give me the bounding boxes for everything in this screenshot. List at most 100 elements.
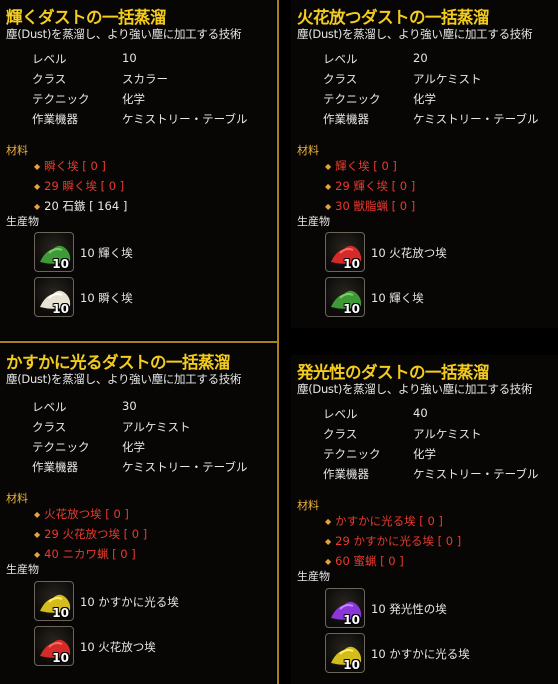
bullet-icon: ◆ [325,202,332,211]
product-quantity: 10 [343,658,360,672]
product-slot[interactable]: 10 [325,232,365,272]
recipe-panel-sparkling-dust: 火花放つダストの一括蒸溜 塵(Dust)を蒸溜し、より強い塵に加工する技術 レベ… [291,0,558,328]
horizontal-divider [0,341,279,343]
bullet-icon: ◆ [34,202,41,211]
product-slot[interactable]: 10 [34,581,74,621]
materials-heading: 材料 [297,499,319,512]
material-item: ◆ 40 ニカワ蝋 [ 0 ] [34,547,136,561]
product-quantity: 10 [52,302,69,316]
material-item: ◆ 20 石鏃 [ 164 ] [34,199,128,213]
material-item: ◆ 瞬く埃 [ 0 ] [34,159,106,173]
product-slot[interactable]: 10 [325,277,365,317]
product-quantity: 10 [343,302,360,316]
equipment-label: 作業機器 [32,460,78,474]
product-name: 10 かすかに光る埃 [80,595,179,609]
bullet-icon: ◆ [34,510,41,519]
equipment-label: 作業機器 [323,112,369,126]
recipe-description: 塵(Dust)を蒸溜し、より強い塵に加工する技術 [6,372,242,386]
class-value: アルケミスト [413,72,482,86]
bullet-icon: ◆ [34,162,41,171]
class-label: クラス [32,420,67,434]
technique-label: テクニック [323,447,381,461]
class-value: アルケミスト [413,427,482,441]
bullet-icon: ◆ [325,182,332,191]
product-name: 10 かすかに光る埃 [371,647,470,661]
product-slot[interactable]: 10 [34,626,74,666]
product-slot[interactable]: 10 [325,633,365,673]
material-item: ◆ 60 蜜蝋 [ 0 ] [325,554,404,568]
equipment-value: ケミストリー・テーブル [122,112,248,126]
material-item: ◆ 30 獣脂蝋 [ 0 ] [325,199,416,213]
recipe-title: 発光性のダストの一括蒸溜 [297,363,490,382]
products-heading: 生産物 [297,215,330,228]
technique-value: 化学 [122,92,145,106]
product-slot[interactable]: 10 [325,588,365,628]
product-quantity: 10 [343,257,360,271]
material-item: ◆ 29 かすかに光る埃 [ 0 ] [325,534,462,548]
recipe-title: 輝くダストの一括蒸溜 [6,8,167,27]
recipe-title: 火花放つダストの一括蒸溜 [297,8,490,27]
bullet-icon: ◆ [34,550,41,559]
level-label: レベル [323,52,358,66]
technique-value: 化学 [122,440,145,454]
product-slot[interactable]: 10 [34,232,74,272]
product-name: 10 火花放つ埃 [80,640,156,654]
technique-value: 化学 [413,447,436,461]
material-item: ◆ 29 瞬く埃 [ 0 ] [34,179,125,193]
product-quantity: 10 [52,651,69,665]
technique-label: テクニック [32,92,90,106]
technique-label: テクニック [32,440,90,454]
recipe-description: 塵(Dust)を蒸溜し、より強い塵に加工する技術 [6,27,242,41]
materials-heading: 材料 [297,144,319,157]
class-label: クラス [32,72,67,86]
product-quantity: 10 [52,257,69,271]
bullet-icon: ◆ [34,530,41,539]
equipment-label: 作業機器 [32,112,78,126]
level-label: レベル [32,52,67,66]
class-value: スカラー [122,72,168,86]
level-label: レベル [32,400,67,414]
level-value: 20 [413,51,428,65]
bullet-icon: ◆ [34,182,41,191]
bullet-icon: ◆ [325,517,332,526]
class-label: クラス [323,72,358,86]
bullet-icon: ◆ [325,162,332,171]
product-name: 10 火花放つ埃 [371,246,447,260]
recipe-description: 塵(Dust)を蒸溜し、より強い塵に加工する技術 [297,27,533,41]
material-item: ◆ かすかに光る埃 [ 0 ] [325,514,443,528]
material-item: ◆ 火花放つ埃 [ 0 ] [34,507,129,521]
products-heading: 生産物 [6,215,39,228]
bullet-icon: ◆ [325,557,332,566]
product-name: 10 瞬く埃 [80,291,133,305]
products-heading: 生産物 [297,570,330,583]
material-item: ◆ 輝く埃 [ 0 ] [325,159,397,173]
materials-heading: 材料 [6,144,28,157]
equipment-label: 作業機器 [323,467,369,481]
recipe-panel-faint-glow-dust: かすかに光るダストの一括蒸溜 塵(Dust)を蒸溜し、より強い塵に加工する技術 … [0,345,276,684]
bullet-icon: ◆ [325,537,332,546]
level-value: 10 [122,51,137,65]
technique-value: 化学 [413,92,436,106]
product-slot[interactable]: 10 [34,277,74,317]
product-name: 10 輝く埃 [80,246,133,260]
class-label: クラス [323,427,358,441]
level-label: レベル [323,407,358,421]
recipe-panel-glittering-dust: 輝くダストの一括蒸溜 塵(Dust)を蒸溜し、より強い塵に加工する技術 レベル … [0,0,276,340]
level-value: 40 [413,406,428,420]
product-quantity: 10 [52,606,69,620]
recipe-title: かすかに光るダストの一括蒸溜 [6,353,231,372]
recipe-description: 塵(Dust)を蒸溜し、より強い塵に加工する技術 [297,382,533,396]
product-quantity: 10 [343,613,360,627]
recipe-panel-luminous-dust: 発光性のダストの一括蒸溜 塵(Dust)を蒸溜し、より強い塵に加工する技術 レベ… [291,355,558,684]
level-value: 30 [122,399,137,413]
equipment-value: ケミストリー・テーブル [413,467,539,481]
product-name: 10 発光性の埃 [371,602,447,616]
material-item: ◆ 29 火花放つ埃 [ 0 ] [34,527,148,541]
equipment-value: ケミストリー・テーブル [413,112,539,126]
product-name: 10 輝く埃 [371,291,424,305]
class-value: アルケミスト [122,420,191,434]
technique-label: テクニック [323,92,381,106]
products-heading: 生産物 [6,563,39,576]
material-item: ◆ 29 輝く埃 [ 0 ] [325,179,416,193]
equipment-value: ケミストリー・テーブル [122,460,248,474]
